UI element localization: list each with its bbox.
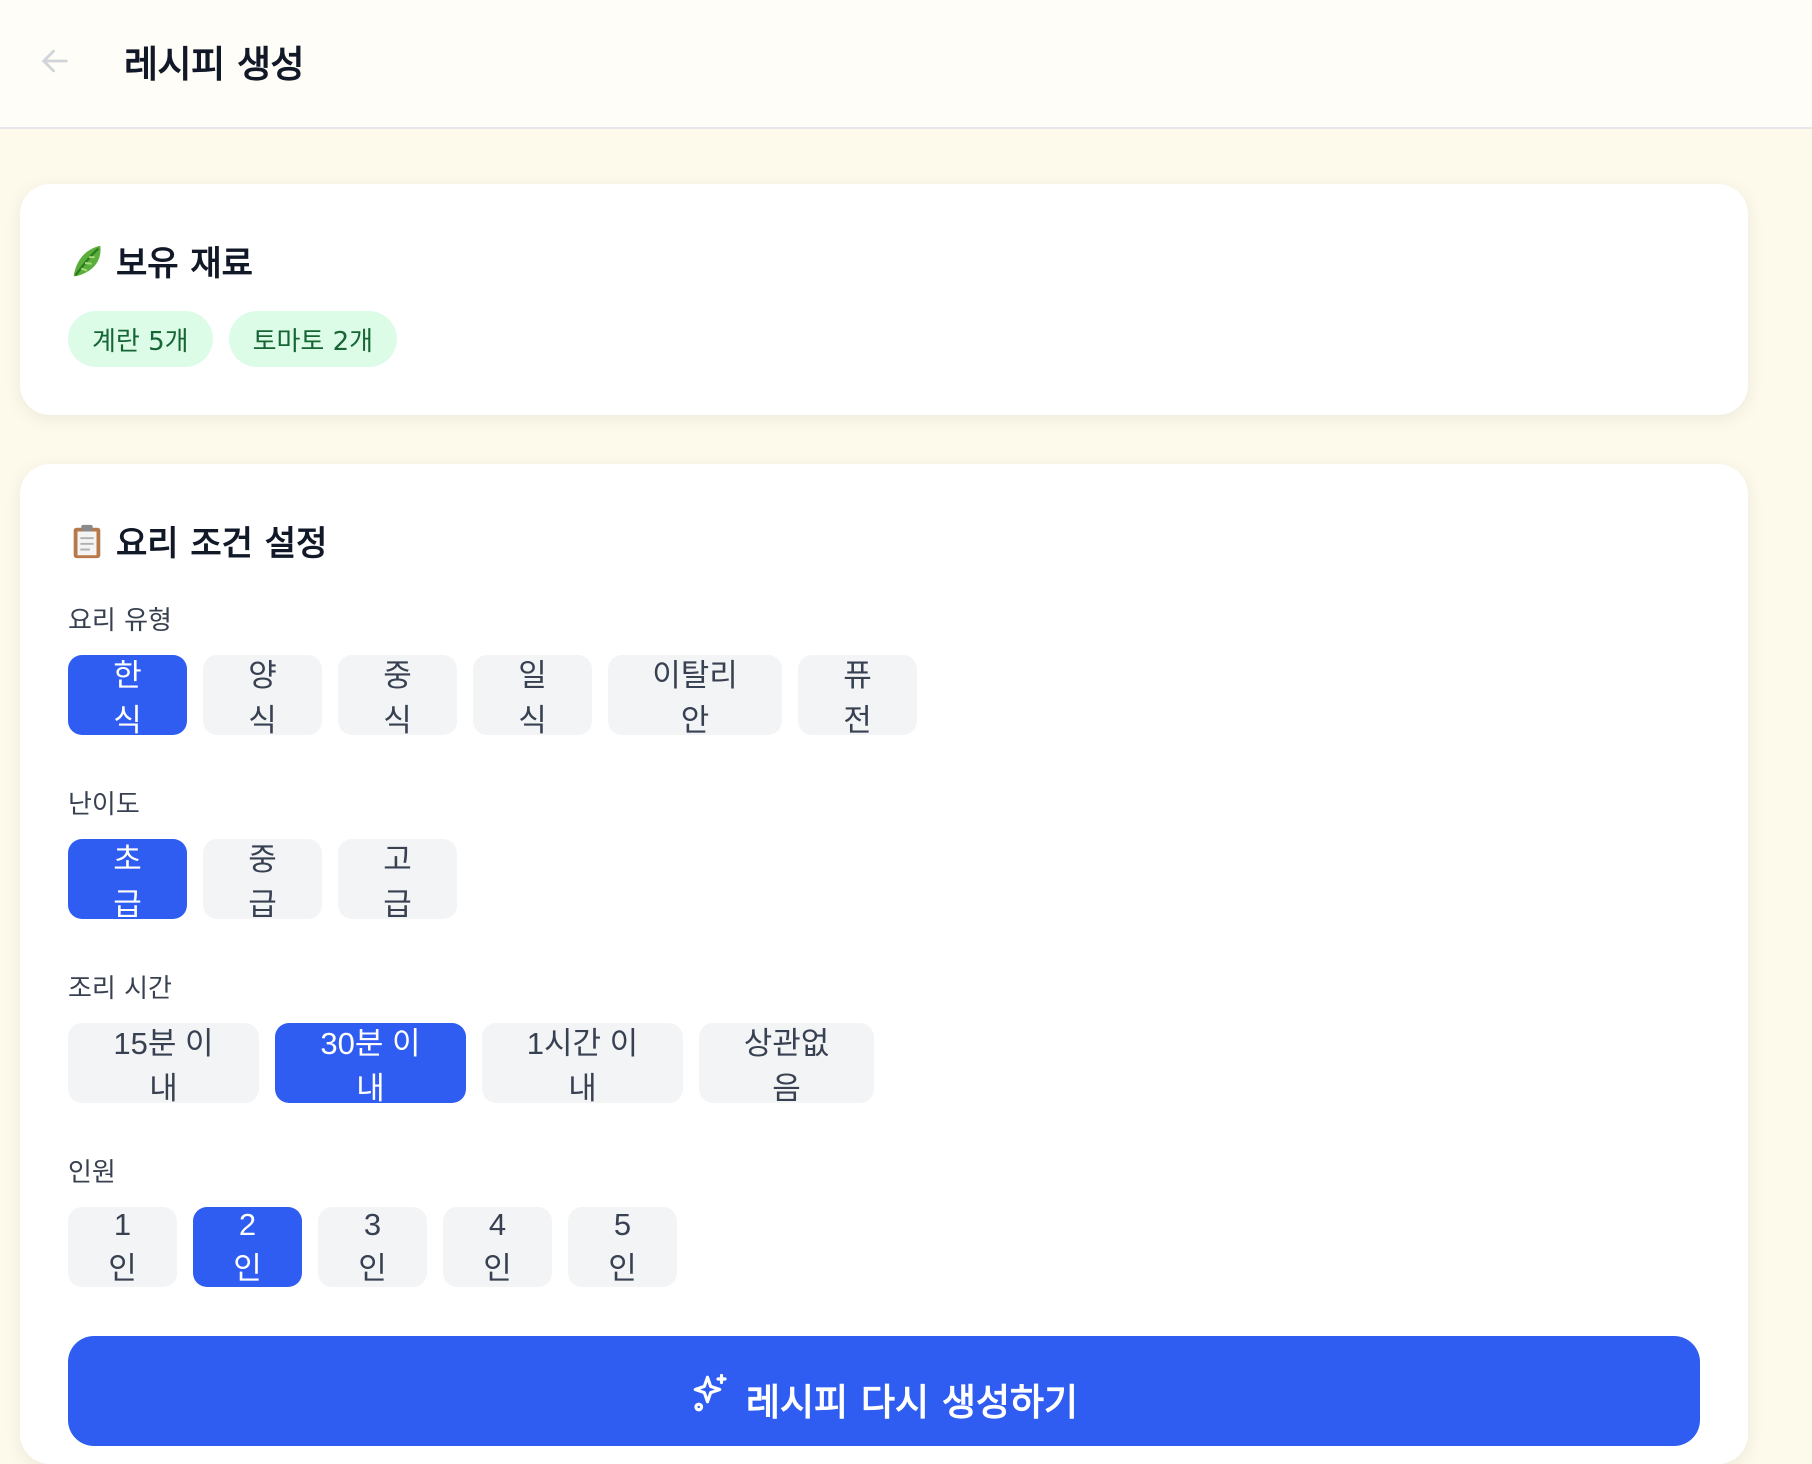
cuisine-label: 요리 유형 <box>68 606 172 636</box>
ingredient-chip: 토마토 2개 <box>228 311 398 367</box>
difficulty-option-intermediate[interactable]: 중급 <box>203 839 322 922</box>
ingredients-title-text: 보유 재료 <box>116 244 253 284</box>
ingredient-chips: 계란 5개 토마토 2개 <box>68 311 398 367</box>
time-option-30min[interactable]: 30분 이내 <box>275 1023 466 1106</box>
ingredients-title: 보유 재료 <box>68 236 253 285</box>
sparkles-icon <box>693 1373 727 1412</box>
clipboard-icon <box>73 524 101 558</box>
difficulty-options: 초급 중급 고급 <box>68 839 457 922</box>
cuisine-option-western[interactable]: 양식 <box>203 655 322 738</box>
cuisine-option-korean[interactable]: 한식 <box>68 655 187 738</box>
app-header: 레시피 생성 <box>0 0 1812 129</box>
cuisine-option-fusion[interactable]: 퓨전 <box>798 655 917 738</box>
cuisine-option-italian[interactable]: 이탈리안 <box>608 655 782 738</box>
cuisine-option-chinese[interactable]: 중식 <box>338 655 457 738</box>
regenerate-recipe-label: 레시피 다시 생성하기 <box>745 1381 1079 1424</box>
cuisine-option-japanese[interactable]: 일식 <box>473 655 592 738</box>
servings-option-3[interactable]: 3인 <box>318 1207 427 1287</box>
servings-option-4[interactable]: 4인 <box>443 1207 552 1287</box>
time-option-any[interactable]: 상관없음 <box>699 1023 874 1106</box>
time-options: 15분 이내 30분 이내 1시간 이내 상관없음 <box>68 1023 874 1106</box>
conditions-title: 요리 조건 설정 <box>68 516 327 565</box>
ingredient-chip: 계란 5개 <box>68 311 213 367</box>
ingredients-card: 보유 재료 계란 5개 토마토 2개 <box>20 184 1748 415</box>
difficulty-option-beginner[interactable]: 초급 <box>68 839 187 922</box>
difficulty-option-advanced[interactable]: 고급 <box>338 839 457 922</box>
arrow-left-icon <box>42 49 68 73</box>
difficulty-label: 난이도 <box>68 790 140 820</box>
servings-option-1[interactable]: 1인 <box>68 1207 177 1287</box>
time-option-15min[interactable]: 15분 이내 <box>68 1023 259 1106</box>
cuisine-options: 한식 양식 중식 일식 이탈리안 퓨전 <box>68 655 917 738</box>
servings-options: 1인 2인 3인 4인 5인 <box>68 1207 677 1287</box>
conditions-card: 요리 조건 설정 요리 유형 한식 양식 중식 일식 이탈리안 퓨전 난이도 초… <box>20 464 1748 1464</box>
back-button[interactable] <box>34 40 76 82</box>
conditions-title-text: 요리 조건 설정 <box>116 524 328 564</box>
leafy-green-icon <box>73 245 101 276</box>
servings-label: 인원 <box>68 1158 116 1188</box>
page-title: 레시피 생성 <box>124 43 305 86</box>
time-label: 조리 시간 <box>68 974 172 1004</box>
time-option-1hour[interactable]: 1시간 이내 <box>482 1023 683 1106</box>
servings-option-2[interactable]: 2인 <box>193 1207 302 1287</box>
regenerate-recipe-button[interactable]: 레시피 다시 생성하기 <box>68 1336 1700 1446</box>
servings-option-5[interactable]: 5인 <box>568 1207 677 1287</box>
